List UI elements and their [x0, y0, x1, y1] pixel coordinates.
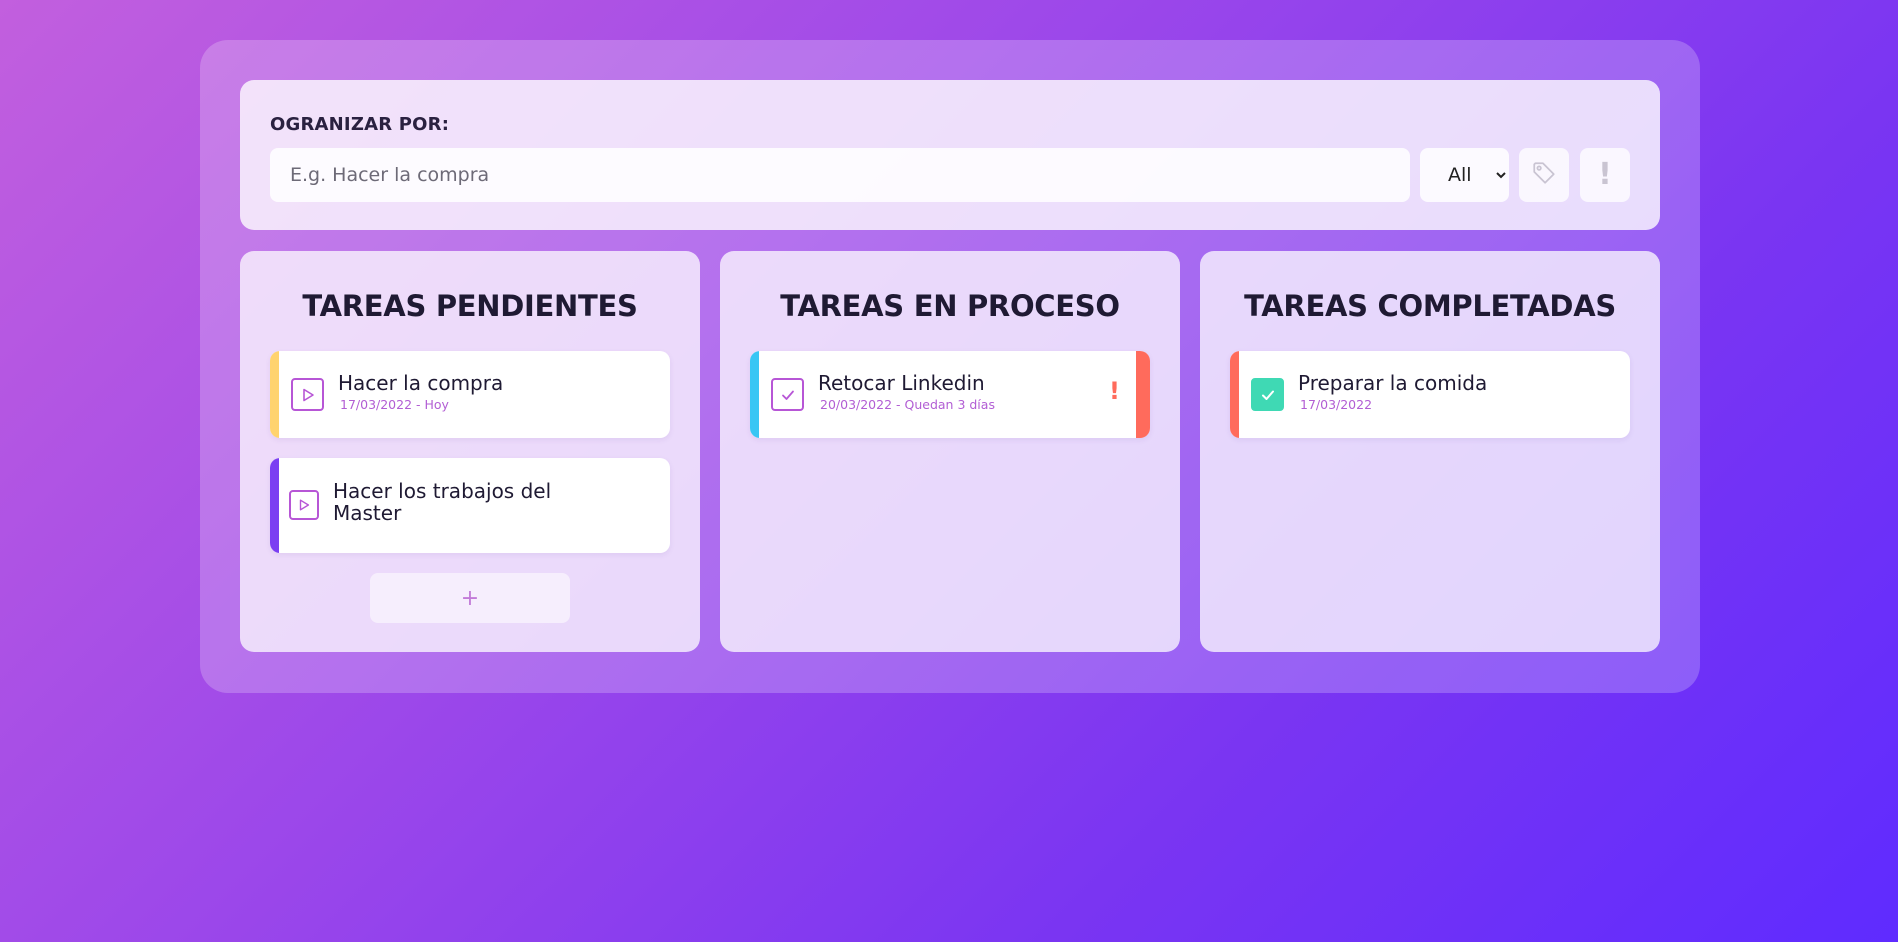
card-date: 17/03/2022 - Hoy	[340, 397, 449, 412]
column-pending: TAREAS PENDIENTES Hacer la compra 17/03/…	[240, 251, 700, 652]
card-title-line: Master	[333, 501, 402, 525]
priority-alert-icon: !	[1109, 377, 1120, 405]
tag-icon	[1531, 160, 1557, 190]
filter-select[interactable]: All	[1420, 148, 1509, 202]
card-color-stripe	[750, 351, 759, 438]
column-title: TAREAS PENDIENTES	[302, 289, 638, 323]
card-title: Hacer los trabajos del Master	[333, 480, 551, 524]
task-card[interactable]: Preparar la comida 17/03/2022	[1230, 351, 1630, 438]
check-icon[interactable]	[771, 378, 804, 411]
card-date: 17/03/2022	[1300, 397, 1373, 412]
card-title: Preparar la comida	[1298, 371, 1488, 395]
column-completed: TAREAS COMPLETADAS Preparar la comida 17…	[1200, 251, 1660, 652]
priority-filter-button[interactable]: !	[1580, 148, 1630, 202]
task-card[interactable]: Hacer la compra 17/03/2022 - Hoy	[270, 351, 670, 438]
exclamation-icon: !	[1598, 157, 1612, 192]
column-in-progress: TAREAS EN PROCESO Retocar Linkedin 20/03…	[720, 251, 1180, 652]
card-color-stripe	[270, 458, 279, 553]
search-input[interactable]	[270, 148, 1410, 202]
column-title: TAREAS EN PROCESO	[780, 289, 1120, 323]
add-task-button[interactable]: +	[370, 573, 570, 623]
toolbar-label: OGRANIZAR POR:	[270, 114, 450, 135]
column-title: TAREAS COMPLETADAS	[1244, 289, 1616, 323]
filter-toolbar: OGRANIZAR POR: All !	[240, 80, 1660, 230]
tag-filter-button[interactable]	[1519, 148, 1569, 202]
play-icon[interactable]	[291, 378, 324, 411]
check-icon[interactable]	[1251, 378, 1284, 411]
card-color-stripe	[1230, 351, 1239, 438]
card-title: Hacer la compra	[338, 371, 504, 395]
priority-stripe	[1136, 351, 1150, 438]
card-date: 20/03/2022 - Quedan 3 días	[820, 397, 995, 412]
card-title-line: Hacer los trabajos del	[333, 479, 552, 503]
card-color-stripe	[270, 351, 279, 438]
task-board: OGRANIZAR POR: All ! TAREAS PENDIENTES H…	[200, 40, 1700, 693]
task-card[interactable]: Hacer los trabajos del Master	[270, 458, 670, 553]
task-card[interactable]: Retocar Linkedin 20/03/2022 - Quedan 3 d…	[750, 351, 1150, 438]
play-icon[interactable]	[289, 490, 319, 520]
card-title: Retocar Linkedin	[818, 371, 985, 395]
